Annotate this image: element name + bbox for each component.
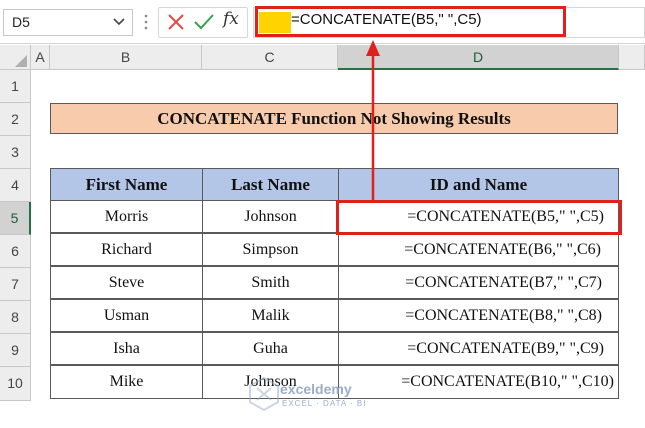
row-header-8[interactable]: 8 [0,301,31,334]
row-header-9[interactable]: 9 [0,334,31,367]
cell-c5[interactable]: Johnson [202,200,339,233]
chevron-down-icon[interactable] [112,12,128,32]
cell-b10[interactable]: Mike [50,365,203,399]
header-last-name[interactable]: Last Name [202,168,339,201]
row-header-5[interactable]: 5 [0,202,31,235]
cell-d7[interactable]: =CONCATENATE(B7," ",C7) [338,266,619,299]
row-header-4[interactable]: 4 [0,169,31,202]
sheet-title[interactable]: CONCATENATE Function Not Showing Results [50,103,618,134]
cell-c9[interactable]: Guha [202,332,339,365]
cell-d8[interactable]: =CONCATENATE(B8," ",C8) [338,299,619,332]
cell-b6[interactable]: Richard [50,233,203,266]
column-header-b[interactable]: B [50,45,202,70]
check-icon[interactable] [193,12,215,32]
watermark-name: exceldemy [280,381,352,397]
row-header-3[interactable]: 3 [0,136,31,169]
row-header-10[interactable]: 10 [0,367,31,401]
row-header-1[interactable]: 1 [0,70,31,103]
header-first-name[interactable]: First Name [50,168,203,201]
cell-c7[interactable]: Smith [202,266,339,299]
row-header-2[interactable]: 2 [0,103,31,136]
watermark-tagline: EXCEL · DATA · BI [282,399,367,408]
cell-d6[interactable]: =CONCATENATE(B6," ",C6) [338,233,619,266]
row-header-7[interactable]: 7 [0,268,31,301]
column-header-e[interactable] [619,45,645,70]
column-header-c[interactable]: C [202,45,338,70]
cell-c8[interactable]: Malik [202,299,339,332]
select-all-triangle-icon [15,55,27,67]
insert-function-icon[interactable]: fx [223,9,245,33]
formula-highlight-box [255,6,566,37]
column-header-a[interactable]: A [31,45,50,70]
cancel-icon[interactable] [166,12,186,32]
more-options-icon[interactable] [143,12,151,32]
cell-c6[interactable]: Simpson [202,233,339,266]
cell-b5[interactable]: Morris [50,200,203,233]
cell-d9[interactable]: =CONCATENATE(B9," ",C9) [338,332,619,365]
row-header-6[interactable]: 6 [0,235,31,268]
cell-b7[interactable]: Steve [50,266,203,299]
cell-b8[interactable]: Usman [50,299,203,332]
cell-b9[interactable]: Isha [50,332,203,365]
red-arrow-icon [360,38,390,208]
